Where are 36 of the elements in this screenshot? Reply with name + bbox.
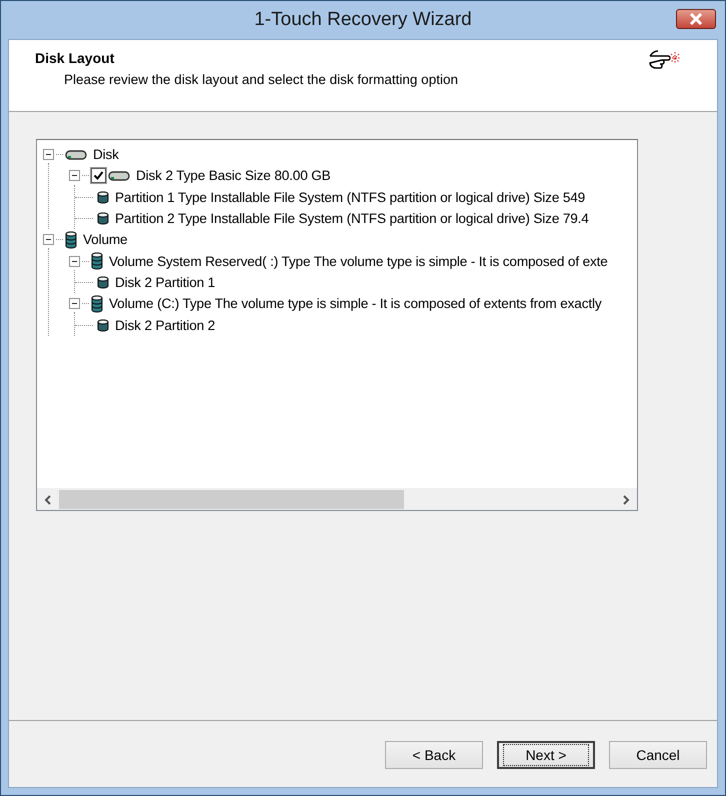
wizard-button[interactable]: Cancel	[609, 741, 707, 769]
cylinder-icon	[97, 276, 109, 289]
cylinder-icon	[97, 318, 109, 332]
tree-item[interactable]: Volume (C:) Type The volume type is simple - It is composed of extents from exactly	[109, 296, 602, 312]
collapse-toggle[interactable]	[69, 170, 80, 182]
collapse-toggle[interactable]	[43, 234, 54, 246]
database-icon	[65, 230, 77, 249]
page-title: Disk Layout	[35, 50, 114, 66]
collapse-toggle[interactable]	[43, 149, 54, 160]
checkbox[interactable]	[91, 168, 106, 184]
chevron-left-icon[interactable]	[44, 494, 52, 504]
close-icon	[689, 13, 703, 25]
window-title: 1-Touch Recovery Wizard	[254, 9, 472, 31]
tree-item[interactable]: Partition 2 Type Installable File System (NTFS partition or logical drive) Size 79.4	[115, 211, 589, 226]
tree-item[interactable]: Disk 2 Partition 1	[115, 274, 216, 290]
collapse-toggle[interactable]	[69, 256, 80, 267]
page-subtitle: Please review the disk layout and select the disk formatting option	[64, 72, 459, 87]
hard-drive-icon	[108, 170, 130, 182]
tree-item[interactable]: Volume	[83, 232, 128, 248]
collapse-toggle[interactable]	[69, 298, 80, 310]
database-icon	[91, 252, 103, 270]
tree-item[interactable]: Partition 1 Type Installable File System (NTFS partition or logical drive) Size 549	[115, 190, 586, 205]
close-button[interactable]	[676, 9, 716, 29]
chevron-right-icon[interactable]	[622, 494, 630, 504]
tree-view[interactable]	[36, 139, 638, 511]
wizard-button[interactable]: Next >	[497, 741, 595, 769]
database-icon	[91, 294, 103, 313]
tree-item[interactable]: Disk 2 Partition 2	[115, 318, 216, 333]
hard-drive-icon	[65, 148, 87, 161]
tree-item[interactable]: Volume System Reserved( :) Type The volume type is simple - It is composed of exte	[109, 254, 608, 269]
cylinder-icon	[97, 190, 109, 204]
tree-item[interactable]: Disk 2 Type Basic Size 80.00 GB	[136, 168, 331, 184]
horizontal-scrollbar[interactable]	[37, 488, 637, 510]
wizard-button[interactable]: < Back	[385, 741, 483, 769]
tree-item[interactable]: Disk	[93, 147, 119, 162]
cylinder-icon	[97, 212, 109, 226]
